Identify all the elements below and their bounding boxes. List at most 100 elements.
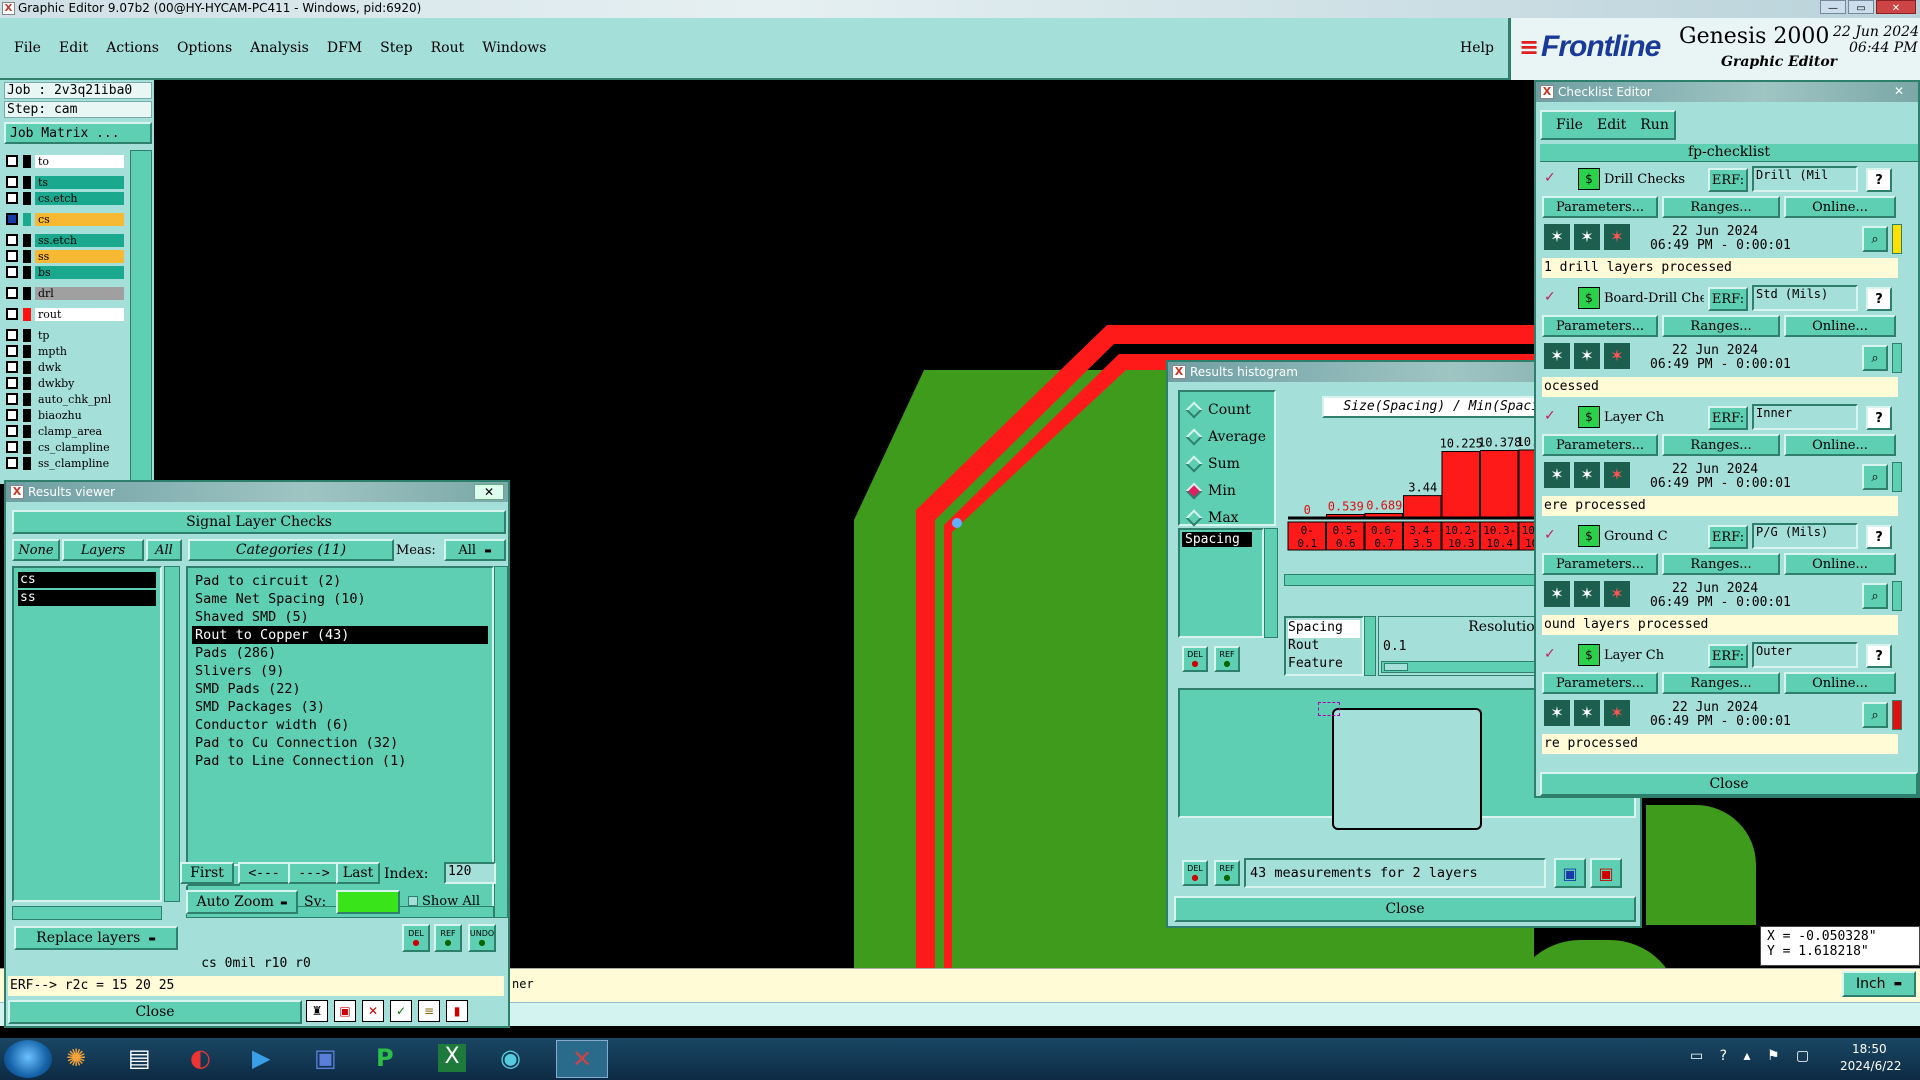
layer-checkbox[interactable]	[6, 192, 18, 204]
parameters-button[interactable]: Parameters...	[1542, 672, 1658, 694]
menu-actions[interactable]: Actions	[106, 40, 159, 56]
rv-layer-scrollbar[interactable]	[164, 566, 180, 902]
results-zoom-button[interactable]: ⌕	[1862, 226, 1888, 252]
prev-del-button[interactable]: DEL ●	[1182, 860, 1208, 886]
help-button[interactable]: ?	[1866, 168, 1892, 192]
erf-value[interactable]: Std (Mils)	[1752, 285, 1858, 311]
run-action-icon[interactable]: ✶	[1544, 343, 1570, 369]
category-item[interactable]: Pad to Line Connection (1)	[192, 752, 488, 770]
check-enabled-icon[interactable]: ✓	[1544, 646, 1558, 662]
erf-value[interactable]: P/G (Mils)	[1752, 523, 1858, 549]
erf-button[interactable]: ERF:	[1708, 644, 1748, 668]
hist-list-scrollbar[interactable]	[1264, 528, 1278, 638]
layer-checkbox[interactable]	[6, 266, 18, 278]
menu-analysis[interactable]: Analysis	[250, 40, 309, 56]
ranges-button[interactable]: Ranges...	[1662, 315, 1780, 337]
hist-ref-button[interactable]: REF ●	[1214, 646, 1240, 672]
layer-checkbox[interactable]	[6, 457, 18, 469]
layer-list-scrollbar[interactable]	[130, 150, 152, 484]
option-sum[interactable]: Sum	[1182, 450, 1272, 477]
menu-dfm[interactable]: DFM	[327, 40, 362, 56]
menu-step[interactable]: Step	[380, 40, 412, 56]
menu-edit[interactable]: Edit	[59, 40, 88, 56]
btn-all[interactable]: All	[146, 539, 182, 561]
option-min[interactable]: Min	[1182, 477, 1272, 504]
check-name[interactable]: Layer Ch	[1604, 410, 1704, 425]
rv-layer-item[interactable]: ss	[18, 590, 156, 606]
histogram-icon[interactable]: ▮	[446, 1000, 468, 1022]
layer-row-bs[interactable]: bs	[6, 265, 124, 279]
layer-checkbox[interactable]	[6, 393, 18, 405]
online-button[interactable]: Online...	[1784, 434, 1896, 456]
run-action-icon[interactable]: ✶	[1604, 343, 1630, 369]
run-action-icon[interactable]: ✶	[1574, 462, 1600, 488]
layer-row-auto_chk_pnl[interactable]: auto_chk_pnl	[6, 392, 124, 406]
run-action-icon[interactable]: ✶	[1574, 343, 1600, 369]
taskbar-app-media-icon[interactable]: ▶	[252, 1044, 270, 1072]
ranges-button[interactable]: Ranges...	[1662, 434, 1780, 456]
minimize-button[interactable]: —	[1820, 0, 1846, 14]
rv-layer-list[interactable]: cs ss	[12, 566, 162, 902]
check-name[interactable]: Board-Drill Che	[1604, 291, 1704, 306]
layer-row-tp[interactable]: tp	[6, 328, 124, 342]
layer-row-cs[interactable]: cs	[6, 212, 124, 226]
layer-checkbox[interactable]	[6, 234, 18, 246]
taskbar-app-eye-icon[interactable]: ◉	[500, 1044, 521, 1072]
close-icon[interactable]: ✕	[1884, 84, 1914, 100]
check-action-icons[interactable]: ✶ ✶ ✶	[1544, 700, 1638, 726]
category-item[interactable]: Pads (286)	[192, 644, 488, 662]
close-icon[interactable]: ✕	[474, 484, 504, 500]
online-button[interactable]: Online...	[1784, 315, 1896, 337]
layer-checkbox[interactable]	[6, 155, 18, 167]
feature-type-list[interactable]: Spacing Rout Feature	[1284, 616, 1364, 676]
rv-category-scrollbar[interactable]	[494, 566, 508, 918]
run-action-icon[interactable]: ✶	[1574, 700, 1600, 726]
check-enabled-icon[interactable]: ✓	[1544, 527, 1558, 543]
job-matrix-button[interactable]: Job Matrix ...	[4, 122, 152, 144]
erf-value[interactable]: Outer	[1752, 642, 1858, 668]
run-action-icon[interactable]: ✶	[1604, 700, 1630, 726]
feature-type-item[interactable]: Rout	[1288, 638, 1360, 656]
menu-rout[interactable]: Rout	[431, 40, 465, 56]
run-action-icon[interactable]: ✶	[1604, 581, 1630, 607]
categories-button[interactable]: Categories (11)	[188, 539, 394, 561]
category-item[interactable]: Conductor width (6)	[192, 716, 488, 734]
category-item[interactable]: Slivers (9)	[192, 662, 488, 680]
layer-checkbox[interactable]	[6, 345, 18, 357]
category-item[interactable]: SMD Packages (3)	[192, 698, 488, 716]
parameters-button[interactable]: Parameters...	[1542, 196, 1658, 218]
online-button[interactable]: Online...	[1784, 672, 1896, 694]
taskbar-app-notes-icon[interactable]: ▤	[128, 1044, 151, 1072]
maximize-button[interactable]: ▭	[1848, 0, 1874, 14]
next-button[interactable]: --->	[288, 862, 340, 884]
checklist-close-button[interactable]: Close	[1540, 772, 1918, 796]
layer-row-biaozhu[interactable]: biaozhu	[6, 408, 124, 422]
taskbar-app-shell-icon[interactable]: ✺	[66, 1044, 86, 1072]
feature-type-item[interactable]: Feature	[1288, 656, 1360, 674]
erf-button[interactable]: ERF:	[1708, 406, 1748, 430]
check-run-icon[interactable]: $	[1578, 644, 1600, 666]
auto-zoom-select[interactable]: Auto Zoom ▬	[186, 890, 298, 914]
layer-row-ss[interactable]: ss	[6, 249, 124, 263]
option-count[interactable]: Count	[1182, 396, 1272, 423]
category-item[interactable]: Pad to Cu Connection (32)	[192, 734, 488, 752]
first-button-2[interactable]: First	[180, 862, 234, 884]
histogram-bar[interactable]	[1480, 450, 1519, 519]
layer-checkbox[interactable]	[6, 377, 18, 389]
run-action-icon[interactable]: ✶	[1544, 462, 1570, 488]
run-action-icon[interactable]: ✶	[1544, 700, 1570, 726]
run-icon[interactable]: ♜	[306, 1000, 328, 1022]
histogram-close-button[interactable]: Close	[1174, 896, 1636, 922]
category-item[interactable]: SMD Pads (22)	[192, 680, 488, 698]
layer-row-drl[interactable]: drl	[6, 286, 124, 300]
layer-checkbox[interactable]	[6, 308, 18, 320]
layer-row-dwk[interactable]: dwk	[6, 360, 124, 374]
parameters-button[interactable]: Parameters...	[1542, 434, 1658, 456]
layer-checkbox[interactable]	[6, 425, 18, 437]
help-button[interactable]: ?	[1866, 406, 1892, 430]
layer-row-ss.etch[interactable]: ss.etch	[6, 233, 124, 247]
check-name[interactable]: Layer Ch	[1604, 648, 1704, 663]
hist-del-button[interactable]: DEL ●	[1182, 646, 1208, 672]
ranges-button[interactable]: Ranges...	[1662, 553, 1780, 575]
run-action-icon[interactable]: ✶	[1544, 581, 1570, 607]
